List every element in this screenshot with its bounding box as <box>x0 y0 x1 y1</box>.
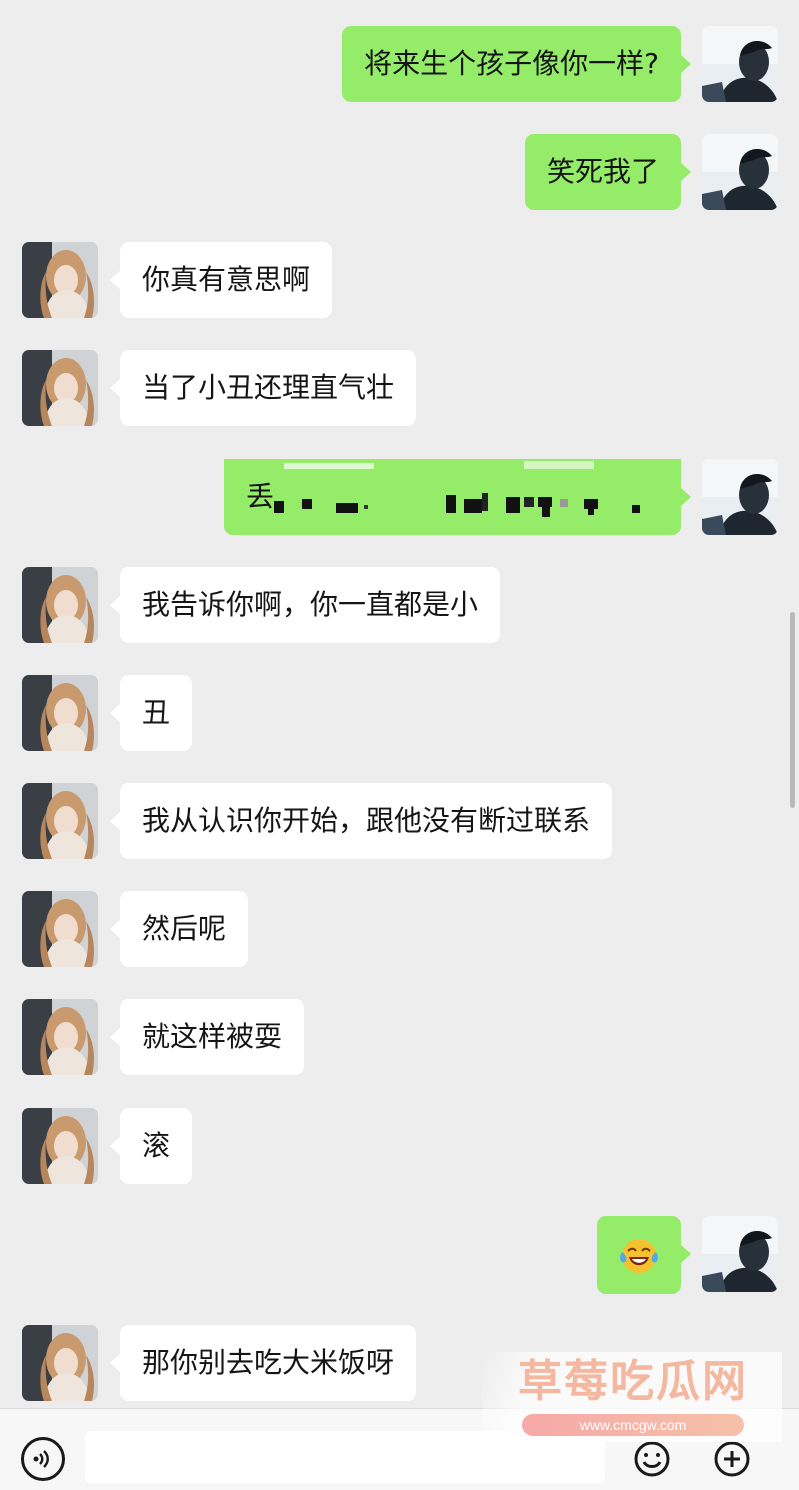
my-avatar[interactable] <box>702 134 778 210</box>
sent-message-bubble[interactable]: 笑死我了 <box>524 134 692 210</box>
contact-avatar[interactable] <box>22 567 98 643</box>
watermark-title: 草莓吃瓜网 <box>518 1356 748 1407</box>
contact-avatar[interactable] <box>22 1325 98 1401</box>
sent-message-bubble-censored[interactable]: 丢 <box>224 459 691 535</box>
contact-avatar[interactable] <box>22 675 98 751</box>
contact-avatar[interactable] <box>22 242 98 318</box>
received-message-bubble[interactable]: 我从认识你开始，跟他没有断过联系 <box>109 783 613 859</box>
my-avatar[interactable] <box>702 459 778 535</box>
watermark-url: www.cmcgw.com <box>522 1414 744 1436</box>
my-avatar[interactable] <box>702 1216 778 1292</box>
received-message-bubble[interactable]: 你真有意思啊 <box>109 242 333 318</box>
contact-avatar[interactable] <box>22 783 98 859</box>
received-message-bubble[interactable]: 当了小丑还理直气壮 <box>109 350 417 426</box>
received-message-bubble[interactable]: 就这样被耍 <box>109 999 305 1075</box>
received-message-bubble[interactable]: 然后呢 <box>109 891 249 967</box>
received-message-bubble[interactable]: 丑 <box>109 675 193 751</box>
contact-avatar[interactable] <box>22 1108 98 1184</box>
received-message-bubble[interactable]: 那你别去吃大米饭呀 <box>109 1325 417 1401</box>
contact-avatar[interactable] <box>22 891 98 967</box>
censor-mosaic <box>224 459 681 517</box>
received-message-bubble[interactable]: 滚 <box>109 1108 193 1184</box>
site-watermark: 草莓吃瓜网 www.cmcgw.com <box>482 1352 782 1442</box>
contact-avatar[interactable] <box>22 999 98 1075</box>
emoji-icon[interactable] <box>632 1439 672 1479</box>
plus-icon[interactable] <box>712 1439 752 1479</box>
contact-avatar[interactable] <box>22 350 98 426</box>
laughing-crying-emoji-icon <box>620 1239 658 1273</box>
received-message-bubble[interactable]: 我告诉你啊，你一直都是小 <box>109 567 501 643</box>
sent-message-bubble[interactable]: 将来生个孩子像你一样? <box>342 26 691 102</box>
my-avatar[interactable] <box>702 26 778 102</box>
sent-emoji-bubble[interactable] <box>597 1216 691 1294</box>
chat-screen: 将来生个孩子像你一样? 笑死我了 你真有意思啊 当了小丑还理直气壮 丢 我告诉你… <box>0 0 799 1490</box>
voice-icon[interactable] <box>21 1437 65 1481</box>
chat-scrollbar[interactable] <box>790 612 795 808</box>
